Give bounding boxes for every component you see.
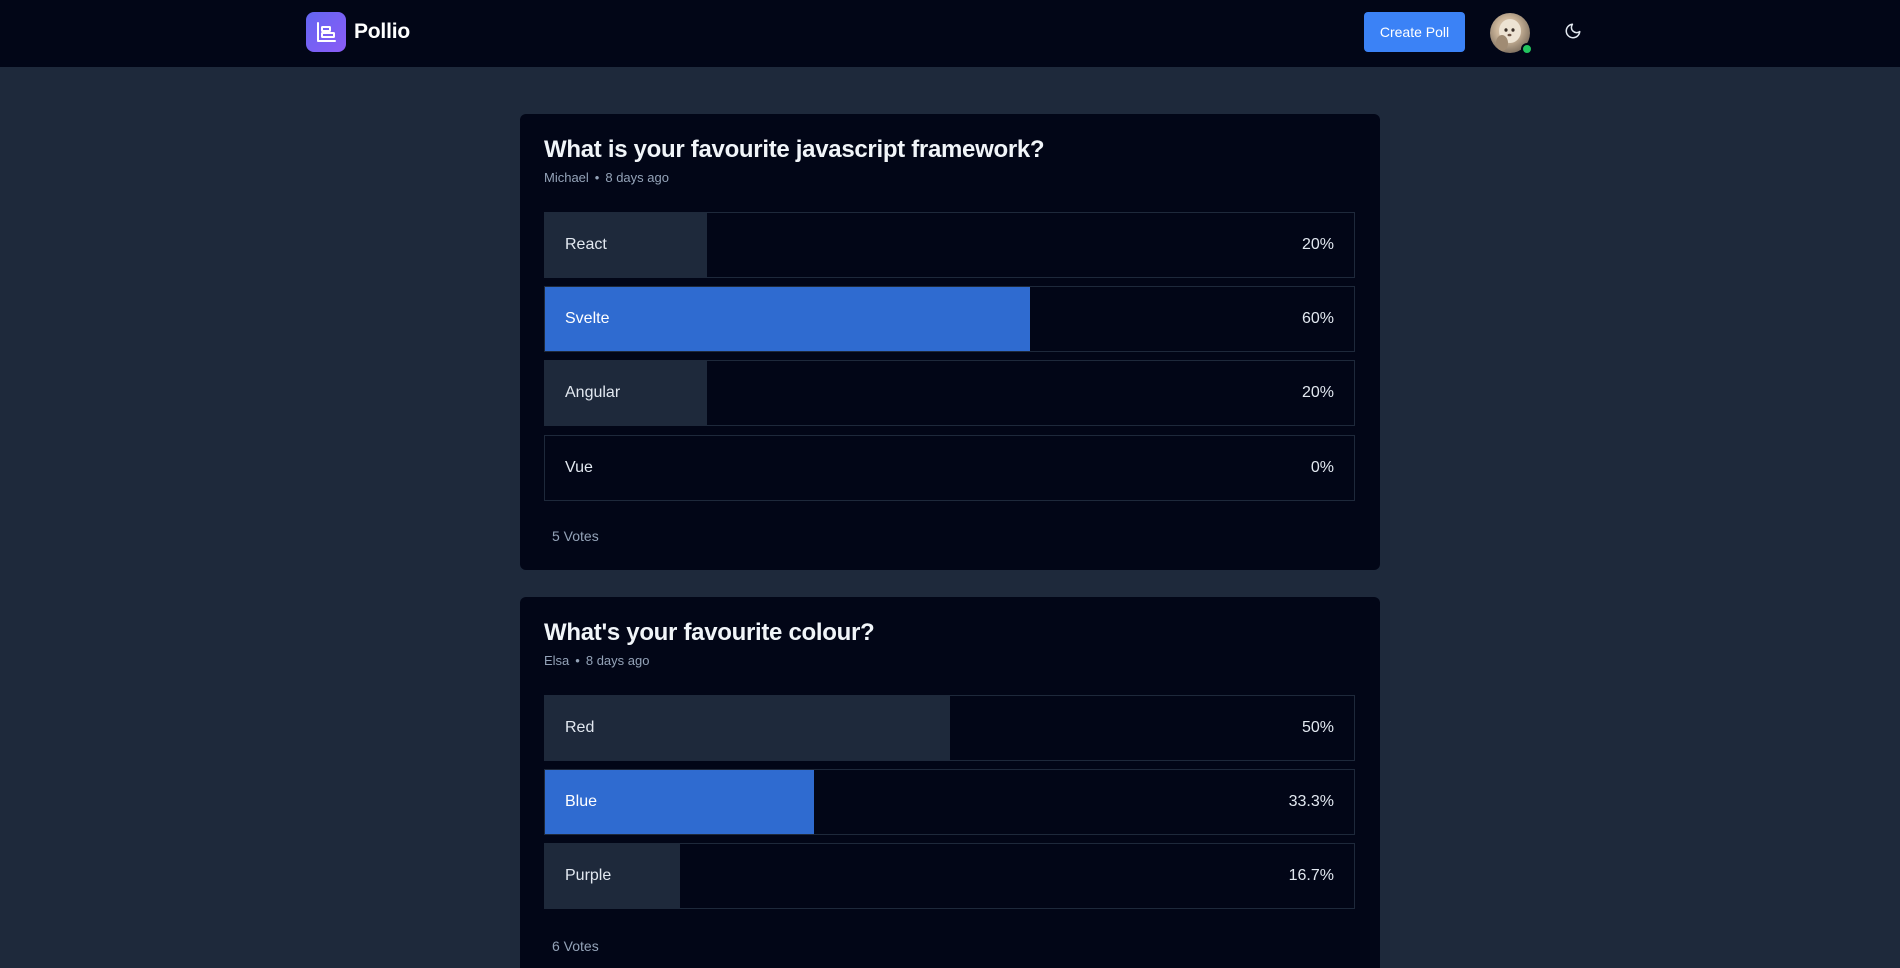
theme-toggle-button[interactable] [1562, 20, 1584, 42]
meta-separator: • [575, 653, 580, 668]
option-fill-bar [545, 696, 950, 760]
app-name: Pollio [354, 20, 410, 43]
vote-count: 6 Votes [552, 938, 599, 954]
poll-option[interactable]: Angular 20% [544, 360, 1355, 426]
poll-meta: Elsa • 8 days ago [544, 653, 649, 668]
create-poll-button[interactable]: Create Poll [1364, 12, 1465, 52]
online-status-indicator [1521, 43, 1533, 55]
option-label: Svelte [565, 310, 610, 327]
option-fill-bar [545, 287, 1031, 351]
option-label: Purple [565, 867, 612, 884]
poll-title: What is your favourite javascript framew… [544, 136, 1045, 163]
option-label: React [565, 236, 607, 253]
option-percent: 0% [1310, 459, 1334, 476]
poll-title: What's your favourite colour? [544, 619, 875, 646]
meta-separator: • [594, 170, 600, 185]
poll-option[interactable]: React 20% [544, 212, 1355, 278]
app-logo[interactable]: Pollio [306, 12, 410, 52]
poll-chart-icon [306, 12, 346, 52]
poll-author: Michael [544, 170, 589, 185]
vote-count: 5 Votes [552, 528, 599, 544]
poll-option[interactable]: Red 50% [544, 695, 1355, 761]
option-label: Red [565, 719, 595, 736]
poll-card: What's your favourite colour? Elsa • 8 d… [520, 597, 1380, 968]
option-percent: 33.3% [1288, 793, 1334, 810]
option-label: Angular [565, 384, 621, 401]
poll-meta: Michael • 8 days ago [544, 170, 669, 185]
poll-time: 8 days ago [605, 170, 669, 185]
user-avatar[interactable] [1490, 13, 1533, 55]
option-label: Blue [565, 793, 598, 810]
poll-author: Elsa [544, 653, 570, 668]
poll-card: What is your favourite javascript framew… [520, 114, 1380, 570]
option-percent: 16.7% [1288, 867, 1334, 884]
poll-option[interactable]: Blue 33.3% [544, 769, 1355, 835]
poll-option[interactable]: Svelte 60% [544, 286, 1355, 352]
poll-time: 8 days ago [585, 653, 650, 668]
option-percent: 60% [1301, 310, 1334, 327]
moon-icon [1565, 23, 1581, 39]
navbar: Pollio Create Poll [0, 0, 1900, 68]
option-percent: 50% [1301, 719, 1334, 736]
option-percent: 20% [1301, 236, 1334, 253]
poll-option[interactable]: Vue 0% [544, 435, 1355, 501]
option-percent: 20% [1301, 384, 1334, 401]
poll-option[interactable]: Purple 16.7% [544, 843, 1355, 909]
option-label: Vue [565, 459, 593, 476]
